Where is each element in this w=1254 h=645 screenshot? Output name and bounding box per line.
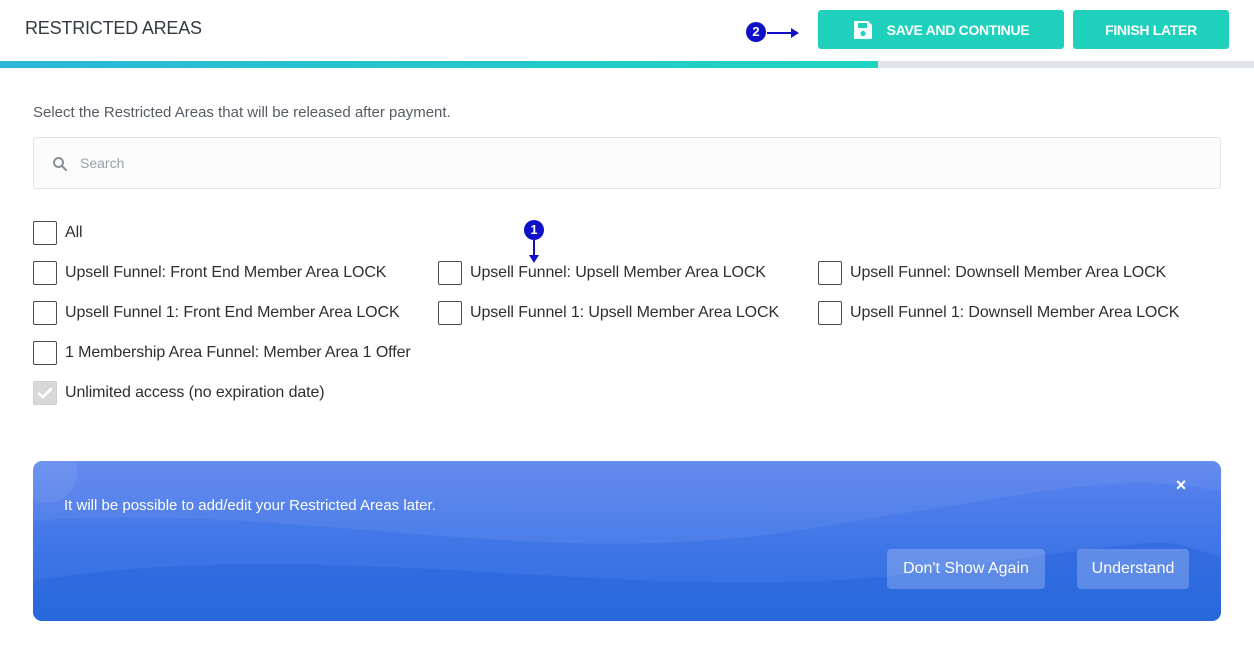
info-banner: It will be possible to add/edit your Res… <box>33 461 1221 621</box>
save-and-continue-button[interactable]: SAVE AND CONTINUE <box>818 10 1064 49</box>
option-label: Upsell Funnel: Upsell Member Area LOCK <box>470 264 766 281</box>
checkbox[interactable] <box>33 301 57 325</box>
option-label: 1 Membership Area Funnel: Member Area 1 … <box>65 344 411 361</box>
option-label: Upsell Funnel: Front End Member Area LOC… <box>65 264 387 281</box>
option-upsell-downsell[interactable]: Upsell Funnel: Downsell Member Area LOCK <box>818 261 1166 285</box>
option-unlimited-access: Unlimited access (no expiration date) <box>33 381 325 405</box>
search-box <box>33 137 1221 189</box>
checkbox[interactable] <box>438 301 462 325</box>
page-header: RESTRICTED AREAS 2 SAVE AND CONTINUE FIN… <box>0 0 1254 60</box>
checkbox[interactable] <box>818 261 842 285</box>
annotation-arrow-1 <box>529 240 539 263</box>
checkbox-checked-disabled <box>33 381 57 405</box>
option-label: Upsell Funnel: Downsell Member Area LOCK <box>850 264 1167 281</box>
option-upsell-upsell[interactable]: Upsell Funnel: Upsell Member Area LOCK <box>438 261 766 285</box>
annotation-marker-2: 2 <box>746 22 766 42</box>
dont-show-again-button[interactable]: Don't Show Again <box>887 549 1045 589</box>
checkbox[interactable] <box>33 221 57 245</box>
search-input[interactable] <box>80 148 1200 178</box>
option-label: Upsell Funnel 1: Downsell Member Area LO… <box>850 304 1180 321</box>
option-label: Upsell Funnel 1: Front End Member Area L… <box>65 304 400 321</box>
option-upsell-front-end[interactable]: Upsell Funnel: Front End Member Area LOC… <box>33 261 386 285</box>
understand-button[interactable]: Understand <box>1077 549 1189 589</box>
annotation-arrow-2 <box>767 28 799 38</box>
save-button-label: SAVE AND CONTINUE <box>886 21 1030 38</box>
close-icon[interactable]: × <box>1172 476 1190 494</box>
checkbox[interactable] <box>33 341 57 365</box>
option-membership-area[interactable]: 1 Membership Area Funnel: Member Area 1 … <box>33 341 411 365</box>
option-upsell1-upsell[interactable]: Upsell Funnel 1: Upsell Member Area LOCK <box>438 301 779 325</box>
option-all[interactable]: All <box>33 221 83 245</box>
search-icon <box>52 156 68 172</box>
option-upsell1-front-end[interactable]: Upsell Funnel 1: Front End Member Area L… <box>33 301 400 325</box>
option-upsell1-downsell[interactable]: Upsell Funnel 1: Downsell Member Area LO… <box>818 301 1179 325</box>
option-label: Upsell Funnel 1: Upsell Member Area LOCK <box>470 304 780 321</box>
checkbox[interactable] <box>438 261 462 285</box>
finish-later-button[interactable]: FINISH LATER <box>1073 10 1229 49</box>
save-icon <box>853 20 873 40</box>
finish-button-label: FINISH LATER <box>1105 21 1197 38</box>
progress-fill <box>0 61 878 68</box>
banner-background-wave <box>33 461 1221 621</box>
checkbox[interactable] <box>818 301 842 325</box>
option-label: Unlimited access (no expiration date) <box>65 384 325 401</box>
progress-bar <box>0 61 1254 68</box>
checkbox[interactable] <box>33 261 57 285</box>
annotation-marker-1: 1 <box>524 220 544 240</box>
page-title: RESTRICTED AREAS <box>25 18 202 38</box>
option-label: All <box>65 224 83 241</box>
check-icon <box>37 387 53 399</box>
instruction-text: Select the Restricted Areas that will be… <box>33 104 451 121</box>
banner-text: It will be possible to add/edit your Res… <box>64 497 436 514</box>
